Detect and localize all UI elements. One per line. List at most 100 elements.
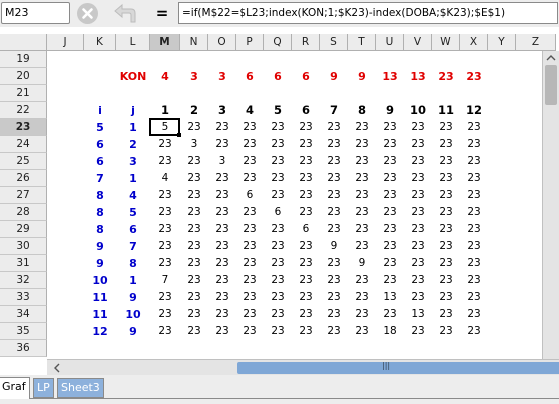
- table-cell[interactable]: 23: [348, 119, 376, 136]
- table-cell[interactable]: 3: [208, 153, 236, 170]
- table-cell[interactable]: 23: [208, 306, 236, 323]
- table-cell[interactable]: 23: [348, 221, 376, 238]
- table-cell[interactable]: 23: [348, 323, 376, 340]
- table-cell[interactable]: 23: [376, 221, 404, 238]
- table-cell[interactable]: 23: [348, 306, 376, 323]
- row-header-19[interactable]: 19: [0, 51, 47, 68]
- table-cell[interactable]: 23: [150, 187, 180, 204]
- table-cell[interactable]: 23: [404, 289, 432, 306]
- table-cell[interactable]: 6: [264, 204, 292, 221]
- table-cell[interactable]: 23: [376, 204, 404, 221]
- table-cell[interactable]: 23: [264, 136, 292, 153]
- table-cell[interactable]: 23: [432, 204, 460, 221]
- cell-kon-value[interactable]: 9: [320, 68, 348, 85]
- row-header-33[interactable]: 33: [0, 289, 47, 306]
- name-box[interactable]: M23: [1, 2, 70, 24]
- table-cell[interactable]: 23: [208, 289, 236, 306]
- cell-kon-value[interactable]: 9: [348, 68, 376, 85]
- table-cell[interactable]: 23: [236, 153, 264, 170]
- table-cell[interactable]: 23: [208, 204, 236, 221]
- cell-i[interactable]: 12: [84, 323, 116, 340]
- column-header-j[interactable]: J: [47, 34, 84, 51]
- table-cell[interactable]: 23: [264, 306, 292, 323]
- row-header-34[interactable]: 34: [0, 306, 47, 323]
- table-cell[interactable]: 23: [292, 136, 320, 153]
- table-cell[interactable]: 23: [150, 255, 180, 272]
- table-cell[interactable]: 6: [236, 187, 264, 204]
- column-header-r[interactable]: R: [292, 34, 320, 51]
- row-header-27[interactable]: 27: [0, 187, 47, 204]
- cell-header-number[interactable]: 7: [320, 102, 348, 119]
- table-cell[interactable]: 13: [376, 289, 404, 306]
- table-cell[interactable]: 23: [292, 323, 320, 340]
- table-cell[interactable]: 23: [320, 204, 348, 221]
- column-header-n[interactable]: N: [180, 34, 208, 51]
- table-cell[interactable]: 23: [208, 119, 236, 136]
- cell-header-number[interactable]: 3: [208, 102, 236, 119]
- table-cell[interactable]: 23: [264, 119, 292, 136]
- column-header-x[interactable]: X: [460, 34, 488, 51]
- table-cell[interactable]: 23: [292, 255, 320, 272]
- row-header-26[interactable]: 26: [0, 170, 47, 187]
- cell-header-i[interactable]: i: [84, 102, 116, 119]
- table-cell[interactable]: 23: [180, 119, 208, 136]
- table-cell[interactable]: 23: [404, 136, 432, 153]
- table-cell[interactable]: 23: [150, 238, 180, 255]
- row-header-36[interactable]: 36: [0, 340, 47, 357]
- cell-kon-value[interactable]: 23: [432, 68, 460, 85]
- cell-i[interactable]: 11: [84, 306, 116, 323]
- table-cell[interactable]: 6: [292, 221, 320, 238]
- table-cell[interactable]: 23: [432, 289, 460, 306]
- row-header-28[interactable]: 28: [0, 204, 47, 221]
- table-cell[interactable]: 23: [180, 238, 208, 255]
- cell-i[interactable]: 9: [84, 238, 116, 255]
- table-cell[interactable]: 23: [348, 289, 376, 306]
- table-cell[interactable]: 23: [292, 119, 320, 136]
- table-cell[interactable]: 23: [292, 289, 320, 306]
- table-cell[interactable]: 23: [180, 289, 208, 306]
- table-cell[interactable]: 23: [292, 187, 320, 204]
- table-cell[interactable]: 23: [320, 170, 348, 187]
- row-header-32[interactable]: 32: [0, 272, 47, 289]
- table-cell[interactable]: 23: [348, 136, 376, 153]
- cell-j[interactable]: 1: [116, 272, 150, 289]
- cell-j[interactable]: 1: [116, 170, 150, 187]
- table-cell[interactable]: 4: [150, 170, 180, 187]
- row-header-24[interactable]: 24: [0, 136, 47, 153]
- table-cell[interactable]: 23: [432, 255, 460, 272]
- table-cell[interactable]: 23: [292, 170, 320, 187]
- scroll-up-icon[interactable]: [543, 51, 559, 65]
- table-cell[interactable]: 23: [264, 289, 292, 306]
- table-cell[interactable]: 23: [376, 255, 404, 272]
- cell-kon-value[interactable]: 13: [404, 68, 432, 85]
- row-header-29[interactable]: 29: [0, 221, 47, 238]
- table-cell[interactable]: 23: [236, 204, 264, 221]
- table-cell[interactable]: 18: [376, 323, 404, 340]
- cell-kon-value[interactable]: 6: [236, 68, 264, 85]
- cell-header-number[interactable]: 10: [404, 102, 432, 119]
- table-cell[interactable]: 23: [180, 272, 208, 289]
- column-header-o[interactable]: O: [208, 34, 236, 51]
- table-cell[interactable]: 23: [348, 204, 376, 221]
- table-cell[interactable]: 23: [292, 238, 320, 255]
- cell-kon-value[interactable]: 13: [376, 68, 404, 85]
- cell-i[interactable]: 8: [84, 221, 116, 238]
- table-cell[interactable]: 23: [180, 221, 208, 238]
- table-cell[interactable]: 23: [376, 170, 404, 187]
- table-cell[interactable]: 23: [432, 238, 460, 255]
- table-cell[interactable]: 9: [320, 238, 348, 255]
- table-cell[interactable]: 23: [320, 255, 348, 272]
- table-cell[interactable]: 23: [348, 187, 376, 204]
- cell-i[interactable]: 5: [84, 119, 116, 136]
- table-cell[interactable]: 23: [432, 272, 460, 289]
- table-cell[interactable]: 23: [180, 153, 208, 170]
- cell-header-number[interactable]: 9: [376, 102, 404, 119]
- table-cell[interactable]: 23: [320, 119, 348, 136]
- cell-i[interactable]: 8: [84, 187, 116, 204]
- table-cell[interactable]: 23: [460, 323, 488, 340]
- table-cell[interactable]: 23: [208, 221, 236, 238]
- table-cell[interactable]: 23: [264, 153, 292, 170]
- column-header-w[interactable]: W: [432, 34, 460, 51]
- column-header-q[interactable]: Q: [264, 34, 292, 51]
- column-header-l[interactable]: L: [116, 34, 150, 51]
